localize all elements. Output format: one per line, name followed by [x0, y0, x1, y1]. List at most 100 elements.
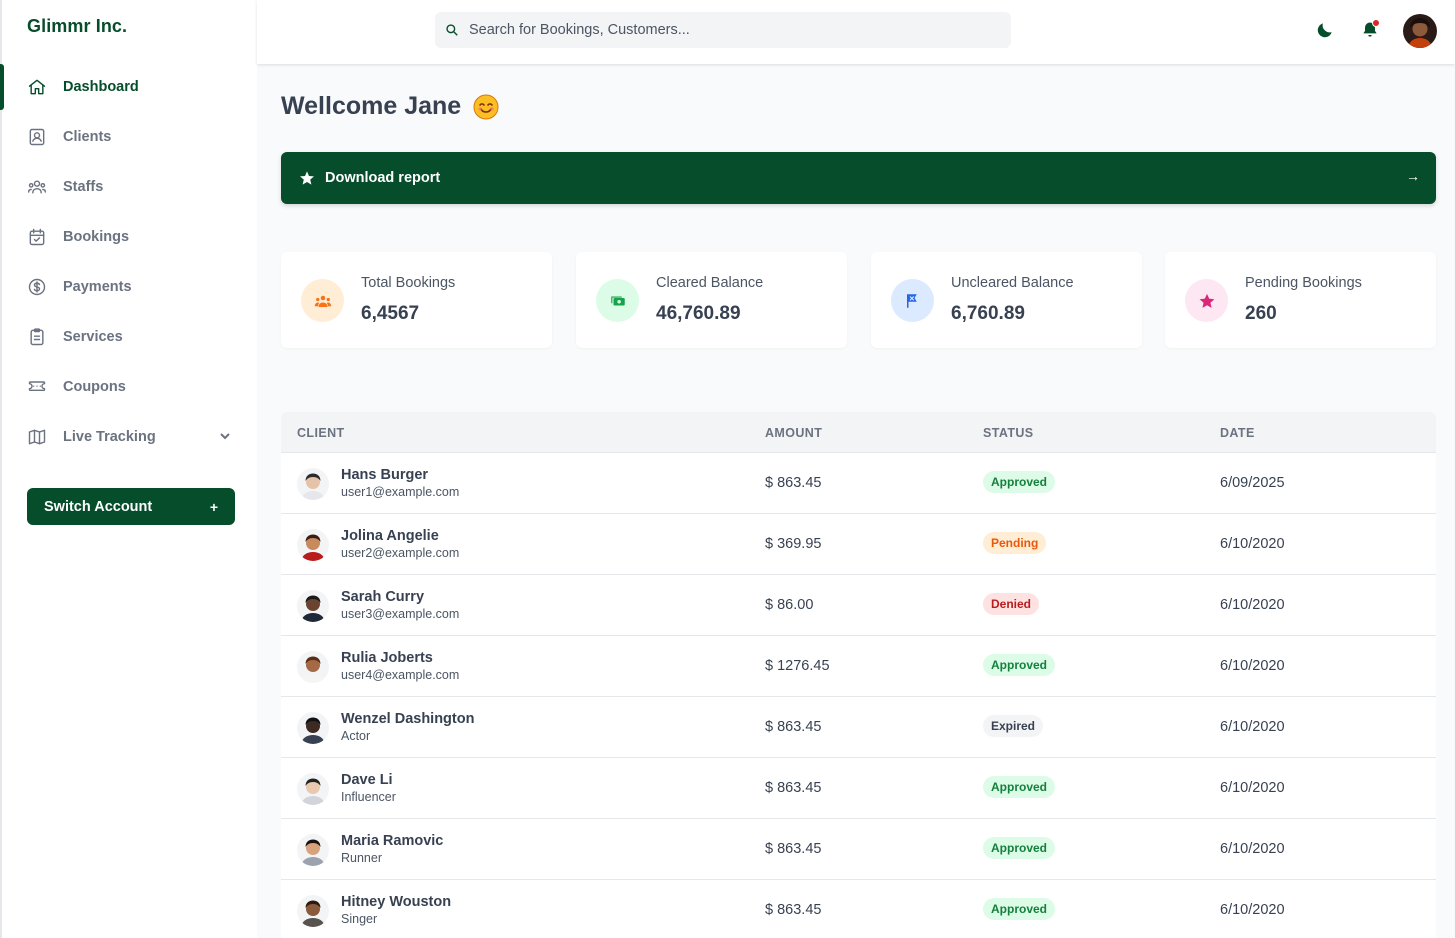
client-info: Rulia Joberts user4@example.com	[341, 650, 459, 684]
amount-cell: $ 863.45	[765, 841, 822, 857]
search-input[interactable]	[469, 22, 989, 38]
sidebar-item-services[interactable]: Services	[2, 312, 259, 362]
card-label: Pending Bookings	[1245, 275, 1362, 291]
client-info: Hans Burger user1@example.com	[341, 467, 459, 501]
status-cell: Approved	[983, 471, 1056, 493]
smiling-face-icon	[473, 94, 499, 120]
flag-icon	[891, 279, 934, 322]
status-badge: Denied	[983, 593, 1040, 615]
page-title: Wellcome Jane	[281, 92, 499, 121]
sidebar-item-payments[interactable]: Payments	[2, 262, 259, 312]
client-cell: Wenzel Dashington Actor	[297, 711, 474, 745]
card-label: Uncleared Balance	[951, 275, 1074, 291]
map-icon	[27, 427, 47, 447]
sidebar-item-label: Dashboard	[63, 79, 139, 95]
download-report-banner[interactable]: Download report →	[281, 152, 1436, 204]
client-name[interactable]: Hans Burger	[341, 467, 459, 484]
table-row[interactable]: Sarah Curry user3@example.com $ 86.00 Denie…	[281, 575, 1436, 636]
table-row[interactable]: Hitney Wouston Singer $ 863.45 Approved 6/10…	[281, 880, 1436, 938]
column-header-amount[interactable]: AMOUNT	[765, 426, 822, 440]
column-header-status[interactable]: STATUS	[983, 426, 1034, 440]
top-header	[257, 0, 1455, 64]
status-badge: Expired	[983, 715, 1044, 737]
sidebar-item-staffs[interactable]: Staffs	[2, 162, 259, 212]
client-subtitle: user1@example.com	[341, 485, 460, 499]
bell-icon[interactable]	[1360, 19, 1380, 40]
avatar[interactable]	[1403, 14, 1437, 48]
sidebar: Glimmr Inc. Dashboard Clients Staffs Boo…	[0, 0, 257, 938]
date-cell: 6/10/2020	[1220, 902, 1285, 918]
calendar-check-icon	[27, 227, 47, 247]
status-cell: Pending	[983, 532, 1047, 554]
sidebar-item-label: Services	[63, 329, 123, 345]
client-info: Sarah Curry user3@example.com	[341, 589, 459, 623]
status-badge: Approved	[983, 654, 1056, 676]
star-icon	[1185, 279, 1228, 322]
client-name[interactable]: Hitney Wouston	[341, 894, 451, 911]
card-value: 260	[1245, 303, 1277, 324]
bookings-table: CLIENT AMOUNT STATUS DATE Hans Burger use…	[281, 412, 1436, 938]
star-icon	[300, 171, 314, 185]
table-row[interactable]: Wenzel Dashington Actor $ 863.45 Expired 6/1…	[281, 697, 1436, 758]
table-row[interactable]: Dave Li Influencer $ 863.45 Approved 6/10/20…	[281, 758, 1436, 819]
chevron-down-icon[interactable]	[219, 430, 231, 442]
search-icon	[446, 24, 458, 36]
client-name[interactable]: Rulia Joberts	[341, 650, 459, 667]
column-header-date[interactable]: DATE	[1220, 426, 1255, 440]
amount-cell: $ 863.45	[765, 902, 822, 918]
sidebar-item-bookings[interactable]: Bookings	[2, 212, 259, 262]
client-name[interactable]: Wenzel Dashington	[341, 711, 474, 728]
sidebar-nav: Dashboard Clients Staffs Bookings Paymen…	[0, 62, 259, 462]
avatar	[297, 773, 329, 805]
avatar	[297, 590, 329, 622]
client-name[interactable]: Maria Ramovic	[341, 833, 443, 850]
table-row[interactable]: Maria Ramovic Runner $ 863.45 Approved 6/10/…	[281, 819, 1436, 880]
sidebar-item-label: Coupons	[63, 379, 126, 395]
client-name[interactable]: Jolina Angelie	[341, 528, 459, 545]
client-cell: Sarah Curry user3@example.com	[297, 589, 459, 623]
column-header-client[interactable]: CLIENT	[297, 426, 345, 440]
client-cell: Rulia Joberts user4@example.com	[297, 650, 459, 684]
status-cell: Approved	[983, 654, 1056, 676]
client-cell: Maria Ramovic Runner	[297, 833, 443, 867]
moon-icon[interactable]	[1315, 20, 1335, 40]
greeting-text: Wellcome Jane	[281, 92, 462, 120]
amount-cell: $ 1276.45	[765, 658, 830, 674]
status-badge: Approved	[983, 837, 1056, 859]
client-info: Wenzel Dashington Actor	[341, 711, 474, 745]
card-label: Total Bookings	[361, 275, 456, 291]
status-badge: Approved	[983, 776, 1056, 798]
avatar	[297, 895, 329, 927]
client-name[interactable]: Dave Li	[341, 772, 396, 789]
client-subtitle: user4@example.com	[341, 668, 460, 682]
stats-cards: Total Bookings 6,4567 Cleared Balance 46…	[281, 252, 1436, 348]
sidebar-item-clients[interactable]: Clients	[2, 112, 259, 162]
stat-card-pending-bookings: Pending Bookings 260	[1165, 252, 1436, 348]
sidebar-item-label: Payments	[63, 279, 132, 295]
client-name[interactable]: Sarah Curry	[341, 589, 459, 606]
table-row[interactable]: Hans Burger user1@example.com $ 863.45 Appr…	[281, 453, 1436, 514]
brand-logo[interactable]: Glimmr Inc.	[27, 16, 127, 37]
switch-account-button[interactable]: Switch Account +	[27, 488, 235, 525]
search-bar[interactable]	[435, 12, 1011, 48]
status-cell: Approved	[983, 837, 1056, 859]
client-info: Dave Li Influencer	[341, 772, 396, 806]
notification-dot	[1372, 19, 1380, 27]
client-info: Jolina Angelie user2@example.com	[341, 528, 459, 562]
table-row[interactable]: Rulia Joberts user4@example.com $ 1276.45 A…	[281, 636, 1436, 697]
client-cell: Hans Burger user1@example.com	[297, 467, 459, 501]
date-cell: 6/09/2025	[1220, 475, 1285, 491]
client-subtitle: Influencer	[341, 790, 396, 804]
cash-icon	[596, 279, 639, 322]
status-cell: Denied	[983, 593, 1040, 615]
sidebar-item-dashboard[interactable]: Dashboard	[0, 62, 259, 112]
client-subtitle: Actor	[341, 729, 371, 743]
avatar	[297, 651, 329, 683]
sidebar-item-coupons[interactable]: Coupons	[2, 362, 259, 412]
sidebar-item-live-tracking[interactable]: Live Tracking	[2, 412, 259, 462]
ticket-icon	[27, 377, 47, 397]
table-row[interactable]: Jolina Angelie user2@example.com $ 369.95 P…	[281, 514, 1436, 575]
client-subtitle: Singer	[341, 912, 378, 926]
clipboard-icon	[27, 327, 47, 347]
users-icon	[27, 177, 47, 197]
